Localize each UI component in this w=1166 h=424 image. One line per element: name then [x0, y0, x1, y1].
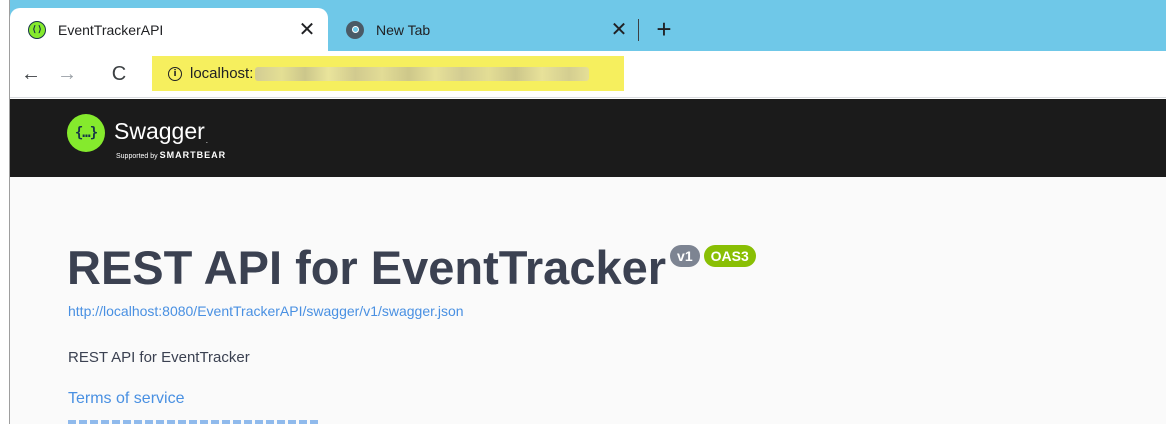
oas-badge: OAS3 — [703, 245, 756, 267]
tab-title: EventTrackerAPI — [58, 21, 164, 38]
brand-trademark: . — [205, 136, 209, 145]
browser-window: ⟨⟩ EventTrackerAPI ✕ New Tab ✕ + ← → C i… — [10, 0, 1166, 424]
api-description: REST API for EventTracker — [68, 349, 250, 366]
version-badge: v1 — [670, 245, 700, 267]
close-icon[interactable]: ✕ — [608, 19, 630, 41]
address-bar[interactable]: i localhost: — [152, 56, 624, 91]
tab-separator — [638, 19, 639, 41]
url-text: localhost: — [190, 65, 254, 82]
close-icon[interactable]: ✕ — [296, 19, 318, 41]
tab-title: New Tab — [376, 21, 431, 38]
new-tab-button[interactable]: + — [650, 14, 678, 44]
swagger-favicon-icon: ⟨⟩ — [28, 20, 46, 39]
browser-toolbar: ← → C i localhost: — [10, 51, 1166, 98]
chrome-favicon-icon — [346, 20, 364, 39]
forward-arrow-icon[interactable]: → — [54, 61, 80, 87]
tab-eventtrackerapi[interactable]: ⟨⟩ EventTrackerAPI ✕ — [10, 8, 328, 51]
swagger-logo-icon[interactable]: {…} — [67, 114, 105, 152]
smartbear-text: SMARTBEAR — [159, 150, 227, 160]
page-title: REST API for EventTracker — [67, 241, 667, 294]
tab-strip: ⟨⟩ EventTrackerAPI ✕ New Tab ✕ + — [10, 0, 1166, 51]
brand-text: Swagger — [114, 118, 205, 144]
info-icon[interactable]: i — [168, 66, 182, 81]
brand-tagline: Supported by SMARTBEAR — [116, 150, 226, 160]
redacted-url — [255, 66, 590, 81]
reload-icon[interactable]: C — [106, 61, 132, 87]
cut-off-link — [68, 420, 318, 424]
api-info-section: REST API for EventTracker v1 OAS3 http:/… — [10, 177, 1166, 424]
tab-new-tab[interactable]: New Tab ✕ — [328, 8, 640, 51]
swagger-topbar: {…} Swagger. Supported by SMARTBEAR — [10, 99, 1166, 177]
brand-name: Swagger. — [114, 118, 208, 145]
back-arrow-icon[interactable]: ← — [18, 61, 44, 87]
title-row: REST API for EventTracker v1 OAS3 — [67, 241, 756, 295]
spec-url-link[interactable]: http://localhost:8080/EventTrackerAPI/sw… — [68, 303, 464, 319]
terms-of-service-link[interactable]: Terms of service — [68, 390, 184, 408]
window-edge — [0, 0, 10, 424]
supported-by-text: Supported by — [116, 153, 158, 160]
